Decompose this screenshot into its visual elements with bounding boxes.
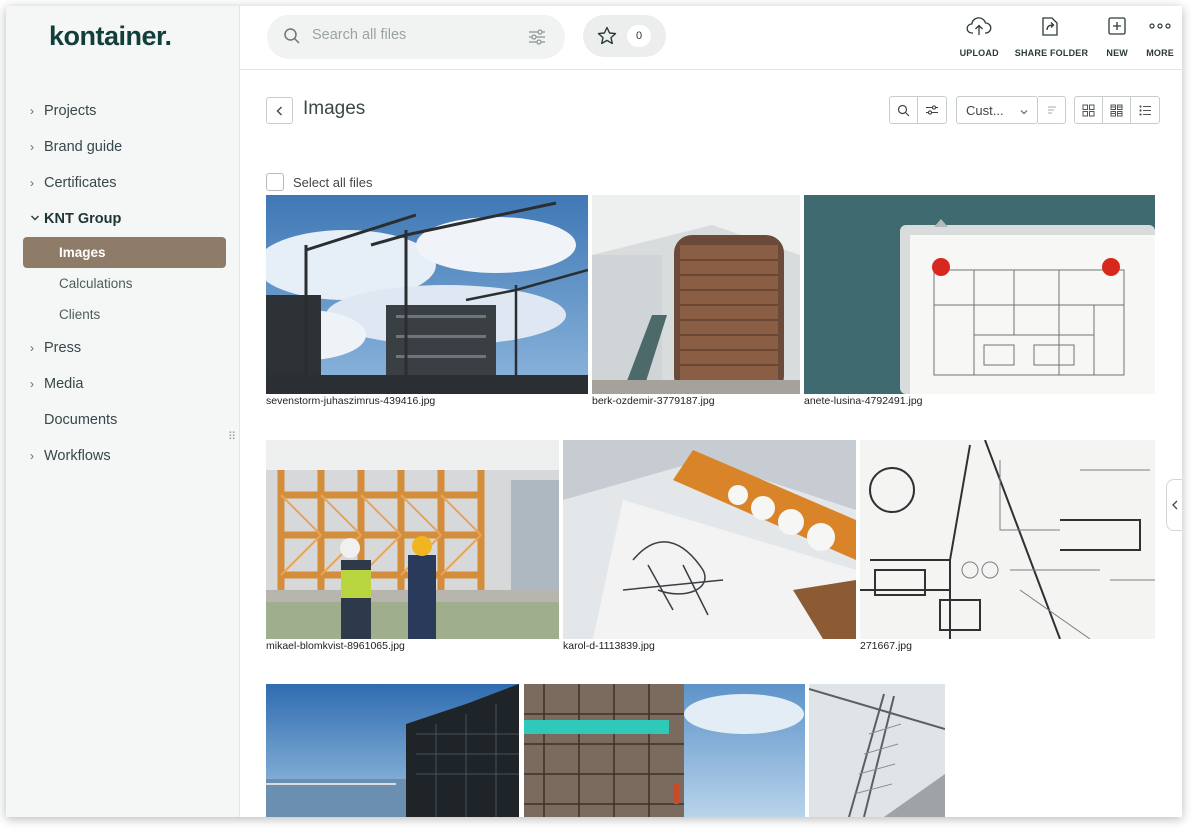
- chevron-left-icon: [1171, 500, 1177, 510]
- sidebar-item-label: Brand guide: [44, 139, 123, 155]
- file-tile[interactable]: [524, 684, 805, 817]
- sidebar-item-label: Workflows: [44, 448, 111, 464]
- sidebar-item-projects[interactable]: › Projects: [6, 93, 239, 129]
- view-list-button[interactable]: [1131, 97, 1159, 123]
- main-content: Images Cust... Select all files sevensto…: [240, 70, 1182, 817]
- grid-small-icon: [1110, 104, 1123, 116]
- sidebar-item-media[interactable]: › Media: [6, 366, 239, 402]
- share-folder-icon: [1038, 14, 1064, 38]
- details-panel-toggle[interactable]: [1166, 479, 1182, 531]
- folder-search-button[interactable]: [890, 97, 918, 123]
- file-thumbnail: [563, 440, 856, 639]
- list-icon: [1138, 104, 1151, 116]
- page-title: Images: [303, 98, 366, 119]
- filter-icon[interactable]: [527, 27, 547, 52]
- search-input[interactable]: [312, 27, 512, 43]
- search-icon: [283, 27, 301, 50]
- chevron-right-icon: ›: [30, 104, 34, 118]
- sidebar-item-label: Certificates: [44, 175, 117, 191]
- sidebar-subitem-calculations[interactable]: Calculations: [6, 268, 239, 299]
- file-name: anete-lusina-4792491.jpg: [804, 395, 923, 407]
- file-tile[interactable]: anete-lusina-4792491.jpg: [804, 195, 1155, 409]
- search-filter-group: [889, 96, 947, 124]
- sidebar-item-label: KNT Group: [44, 211, 122, 227]
- file-name: sevenstorm-juhaszimrus-439416.jpg: [266, 395, 436, 407]
- new-button[interactable]: NEW: [1104, 14, 1130, 58]
- file-name: karol-d-1113839.jpg: [563, 640, 655, 652]
- toolbar-actions: UPLOAD SHARE FOLDER NEW MORE: [944, 14, 1174, 58]
- sidebar-item-workflows[interactable]: › Workflows: [6, 438, 239, 474]
- file-tile[interactable]: karol-d-1113839.jpg: [563, 440, 856, 654]
- select-all-files[interactable]: Select all files: [266, 173, 372, 191]
- file-tile[interactable]: sevenstorm-juhaszimrus-439416.jpg: [266, 195, 588, 409]
- sidebar-item-press[interactable]: › Press: [6, 330, 239, 366]
- filter-icon: [926, 105, 938, 115]
- app-window: kontainer. › Projects › Brand guide › Ce…: [6, 6, 1182, 817]
- sidebar-subitem-clients[interactable]: Clients: [6, 299, 239, 330]
- chevron-down-icon: [30, 212, 44, 226]
- file-name: berk-ozdemir-3779187.jpg: [592, 395, 715, 407]
- more-button[interactable]: MORE: [1146, 14, 1174, 58]
- new-file-icon: [1104, 14, 1130, 38]
- sort-direction-button[interactable]: [1038, 96, 1066, 124]
- file-thumbnail: [524, 684, 805, 817]
- grid-large-icon: [1082, 104, 1095, 116]
- sidebar-item-label: Projects: [44, 103, 97, 119]
- file-thumbnail: [860, 440, 1155, 639]
- sidebar: kontainer. › Projects › Brand guide › Ce…: [6, 6, 240, 817]
- share-folder-button[interactable]: SHARE FOLDER: [1015, 14, 1088, 58]
- chevron-right-icon: ›: [30, 176, 34, 190]
- chevron-right-icon: ›: [30, 377, 34, 391]
- chevron-down-icon: [1019, 105, 1029, 120]
- file-thumbnail: [266, 684, 519, 817]
- file-tile[interactable]: berk-ozdemir-3779187.jpg: [592, 195, 800, 409]
- file-tile[interactable]: [266, 684, 519, 817]
- sidebar-item-certificates[interactable]: › Certificates: [6, 165, 239, 201]
- sidebar-item-documents[interactable]: Documents: [6, 402, 239, 438]
- select-all-checkbox[interactable]: [266, 173, 284, 191]
- chevron-right-icon: ›: [30, 140, 34, 154]
- top-bar: 0 UPLOAD SHARE FOLDER NEW: [240, 6, 1182, 70]
- sidebar-nav: › Projects › Brand guide › Certificates …: [6, 93, 239, 474]
- chevron-right-icon: ›: [30, 341, 34, 355]
- chevron-right-icon: ›: [30, 449, 34, 463]
- sort-select-value: Cust...: [966, 102, 1004, 118]
- upload-button[interactable]: UPLOAD: [960, 14, 999, 58]
- file-thumbnail: [804, 195, 1155, 394]
- sidebar-item-label: Press: [44, 340, 82, 356]
- view-mode-group: [1074, 96, 1160, 124]
- view-grid-large-button[interactable]: [1075, 97, 1103, 123]
- file-thumbnail: [809, 684, 945, 817]
- search-bar: [267, 15, 565, 59]
- select-all-label: Select all files: [293, 174, 373, 190]
- search-icon: [897, 104, 910, 116]
- sidebar-item-label: Media: [44, 376, 84, 392]
- more-dots-icon: [1147, 14, 1173, 38]
- sidebar-item-brand-guide[interactable]: › Brand guide: [6, 129, 239, 165]
- sidebar-resize-handle[interactable]: ⠿: [228, 432, 236, 443]
- file-thumbnail: [592, 195, 800, 394]
- favorites-count: 0: [627, 25, 651, 47]
- app-logo[interactable]: kontainer.: [49, 21, 172, 52]
- sidebar-item-knt-group[interactable]: KNT Group: [6, 201, 239, 237]
- sort-order-icon: [1047, 106, 1056, 114]
- file-thumbnail: [266, 440, 559, 639]
- favorites-button[interactable]: 0: [583, 15, 666, 57]
- star-icon: [596, 25, 618, 52]
- view-grid-small-button[interactable]: [1103, 97, 1131, 123]
- folder-filter-button[interactable]: [918, 97, 946, 123]
- cloud-upload-icon: [966, 14, 992, 38]
- file-tile[interactable]: [809, 684, 945, 817]
- back-button[interactable]: [266, 97, 293, 124]
- file-name: mikael-blomkvist-8961065.jpg: [266, 640, 405, 652]
- sort-select[interactable]: Cust...: [956, 96, 1038, 124]
- sidebar-item-label: Documents: [44, 412, 118, 428]
- sidebar-subitem-images[interactable]: Images: [23, 237, 226, 268]
- chevron-left-icon: [276, 106, 282, 115]
- file-thumbnail: [266, 195, 588, 394]
- file-tile[interactable]: 271667.jpg: [860, 440, 1155, 654]
- file-tile[interactable]: mikael-blomkvist-8961065.jpg: [266, 440, 559, 654]
- file-name: 271667.jpg: [860, 640, 912, 652]
